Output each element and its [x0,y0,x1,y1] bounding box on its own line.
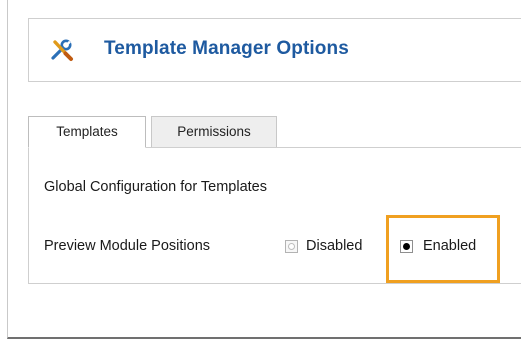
tab-permissions[interactable]: Permissions [151,116,277,148]
page-title: Template Manager Options [104,38,349,59]
disabled-radio[interactable] [285,240,298,253]
tab-templates[interactable]: Templates [28,116,146,148]
tools-icon [49,37,75,63]
header-panel: Template Manager Options [28,18,521,82]
enabled-label[interactable]: Enabled [423,238,476,254]
disabled-label[interactable]: Disabled [306,238,362,254]
section-title: Global Configuration for Templates [44,179,267,195]
options-window: Template Manager Options Templates Permi… [7,0,521,339]
templates-panel: Global Configuration for Templates Previ… [28,147,521,284]
option-label: Preview Module Positions [44,238,211,254]
enabled-radio[interactable] [400,240,413,253]
